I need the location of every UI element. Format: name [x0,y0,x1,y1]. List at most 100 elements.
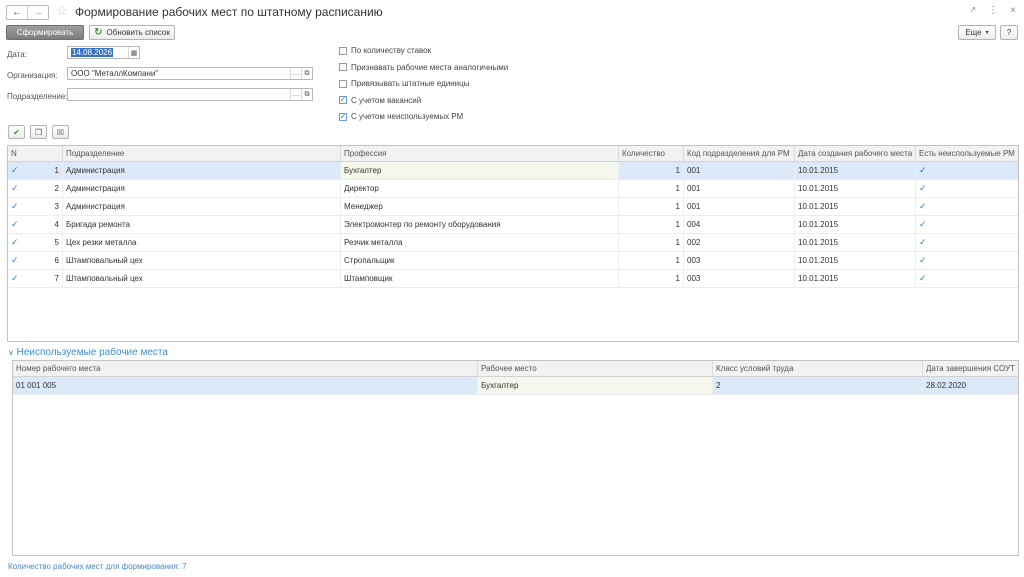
date-value: 14.08.2026 [71,48,114,57]
column-header-n[interactable]: N [8,146,63,161]
form-button[interactable]: Сформировать [6,25,84,40]
cell-profession: Штамповщик [341,270,619,287]
row-number: 5 [54,238,59,247]
cell-has-unused: ✓ [916,180,1018,197]
more-button[interactable]: Еще ▾ [958,25,996,40]
row-unused-checkbox[interactable]: ✓ [919,201,927,212]
copy-icon: ❐ [34,127,43,137]
open-link-icon[interactable]: ⧉ [301,68,312,79]
column-header-created-date[interactable]: Дата создания рабочего места [795,146,916,161]
checkbox-checked[interactable]: ✓ [339,112,347,121]
option-by-rates[interactable]: По количеству ставок [339,46,508,55]
cell-quantity: 1 [619,180,684,197]
check-all-button[interactable]: ✔ [8,125,25,139]
column-header-quantity[interactable]: Количество [619,146,684,161]
column-header-workplace[interactable]: Рабочее место [478,361,713,376]
table-row[interactable]: ✓ 2 Администрация Директор 1 001 10.01.2015 ✓ [8,180,1018,198]
department-label: Подразделение: [7,92,68,101]
cell-quantity: 1 [619,234,684,251]
column-header-sout-date[interactable]: Дата завершения СОУТ [923,361,1018,376]
unused-section-header[interactable]: ∨ Неиспользуемые рабочие места [8,347,168,358]
window-controls: ↗ ⋮ × [969,5,1016,16]
row-unused-checkbox[interactable]: ✓ [919,165,927,176]
cell-has-unused: ✓ [916,162,1018,179]
cell-has-unused: ✓ [916,234,1018,251]
option-bind-units[interactable]: Привязывать штатные единицы [339,79,508,88]
row-unused-checkbox[interactable]: ✓ [919,273,927,284]
refresh-button-label: Обновить список [106,28,170,37]
cell-created-date: 10.01.2015 [795,198,916,215]
column-header-work-class[interactable]: Класс условий труда [713,361,923,376]
chevron-down-icon: ▾ [985,30,989,36]
column-header-workplace-number[interactable]: Номер рабочего места [13,361,478,376]
column-header-profession[interactable]: Профессия [341,146,619,161]
department-field[interactable]: … ⧉ [67,88,313,101]
forward-icon[interactable]: → [27,6,48,19]
row-checkbox[interactable]: ✓ [11,273,19,284]
column-header-dept-code[interactable]: Код подразделения для РМ [684,146,795,161]
dropdown-icon[interactable]: … [290,68,301,79]
table-row[interactable]: ✓ 4 Бригада ремонта Электромонтер по ремонт… [8,216,1018,234]
workplaces-table: N Подразделение Профессия Количество Код… [7,145,1019,342]
column-header-has-unused[interactable]: Есть неиспользуемые РМ [916,146,1018,161]
close-icon[interactable]: × [1010,5,1016,16]
row-unused-checkbox[interactable]: ✓ [919,219,927,230]
cell-profession: Электромонтер по ремонту оборудования [341,216,619,233]
uncheck-all-button[interactable]: ☒ [52,125,69,139]
open-link-icon[interactable]: ⧉ [301,89,312,100]
cell-dept-code: 003 [684,270,795,287]
cell-n: ✓ 1 [8,162,63,179]
option-vacancies[interactable]: ✓ С учетом вакансий [339,96,508,105]
back-icon[interactable]: ← [7,6,27,19]
row-checkbox[interactable]: ✓ [11,165,19,176]
refresh-button[interactable]: ↻ Обновить список [89,25,175,40]
table-row[interactable]: ✓ 3 Администрация Менеджер 1 001 10.01.2015 ✓ [8,198,1018,216]
link-icon[interactable]: ↗ [969,5,976,16]
row-checkbox[interactable]: ✓ [11,255,19,266]
checkbox[interactable] [339,46,347,55]
cell-department: Штамповальный цех [63,252,341,269]
cell-n: ✓ 2 [8,180,63,197]
option-label: Привязывать штатные единицы [351,79,470,88]
row-unused-checkbox[interactable]: ✓ [919,183,927,194]
table-row[interactable]: ✓ 1 Администрация Бухгалтер 1 001 10.01.2015 ✓ [8,162,1018,180]
row-unused-checkbox[interactable]: ✓ [919,237,927,248]
menu-icon[interactable]: ⋮ [988,5,998,16]
copy-button[interactable]: ❐ [30,125,47,139]
table-row[interactable]: ✓ 7 Штамповальный цех Штамповщик 1 003 10.01.2… [8,270,1018,288]
row-unused-checkbox[interactable]: ✓ [919,255,927,266]
cell-has-unused: ✓ [916,198,1018,215]
cell-has-unused: ✓ [916,216,1018,233]
row-checkbox[interactable]: ✓ [11,201,19,212]
favorite-star-icon[interactable]: ☆ [56,3,68,19]
option-similar-places[interactable]: Признавать рабочие места аналогичными [339,63,508,72]
table-row[interactable]: ✓ 6 Штамповальный цех Стропальщик 1 003 10.01.… [8,252,1018,270]
checkbox[interactable] [339,79,347,88]
cell-workplace-number: 01 001 005 [13,377,478,394]
help-button[interactable]: ? [1000,25,1018,40]
check-all-icon: ✔ [13,127,20,137]
dropdown-icon[interactable]: … [290,89,301,100]
calendar-icon[interactable]: ▦ [128,47,139,58]
table-row[interactable]: 01 001 005 Бухгалтер 2 28.02.2020 [13,377,1018,395]
cell-profession: Стропальщик [341,252,619,269]
row-checkbox[interactable]: ✓ [11,183,19,194]
cell-department: Администрация [63,180,341,197]
cell-workplace: Бухгалтер [478,377,713,394]
checkbox[interactable] [339,63,347,71]
row-number: 6 [54,256,59,265]
cell-sout-date: 28.02.2020 [926,381,967,390]
date-field[interactable]: 14.08.2026 ▦ [67,46,140,59]
option-unused-places[interactable]: ✓ С учетом неиспользуемых РМ [339,112,508,121]
organization-field[interactable]: ООО "МеталлКомпани" … ⧉ [67,67,313,80]
row-checkbox[interactable]: ✓ [11,237,19,248]
cell-quantity: 1 [619,198,684,215]
column-header-department[interactable]: Подразделение [63,146,341,161]
checkbox-checked[interactable]: ✓ [339,96,347,104]
table-row[interactable]: ✓ 5 Цех резки металла Резчик металла 1 002 10.… [8,234,1018,252]
cell-n: ✓ 3 [8,198,63,215]
row-checkbox[interactable]: ✓ [11,219,19,230]
row-number: 1 [54,166,59,175]
cell-created-date: 10.01.2015 [795,252,916,269]
help-icon: ? [1006,28,1012,37]
